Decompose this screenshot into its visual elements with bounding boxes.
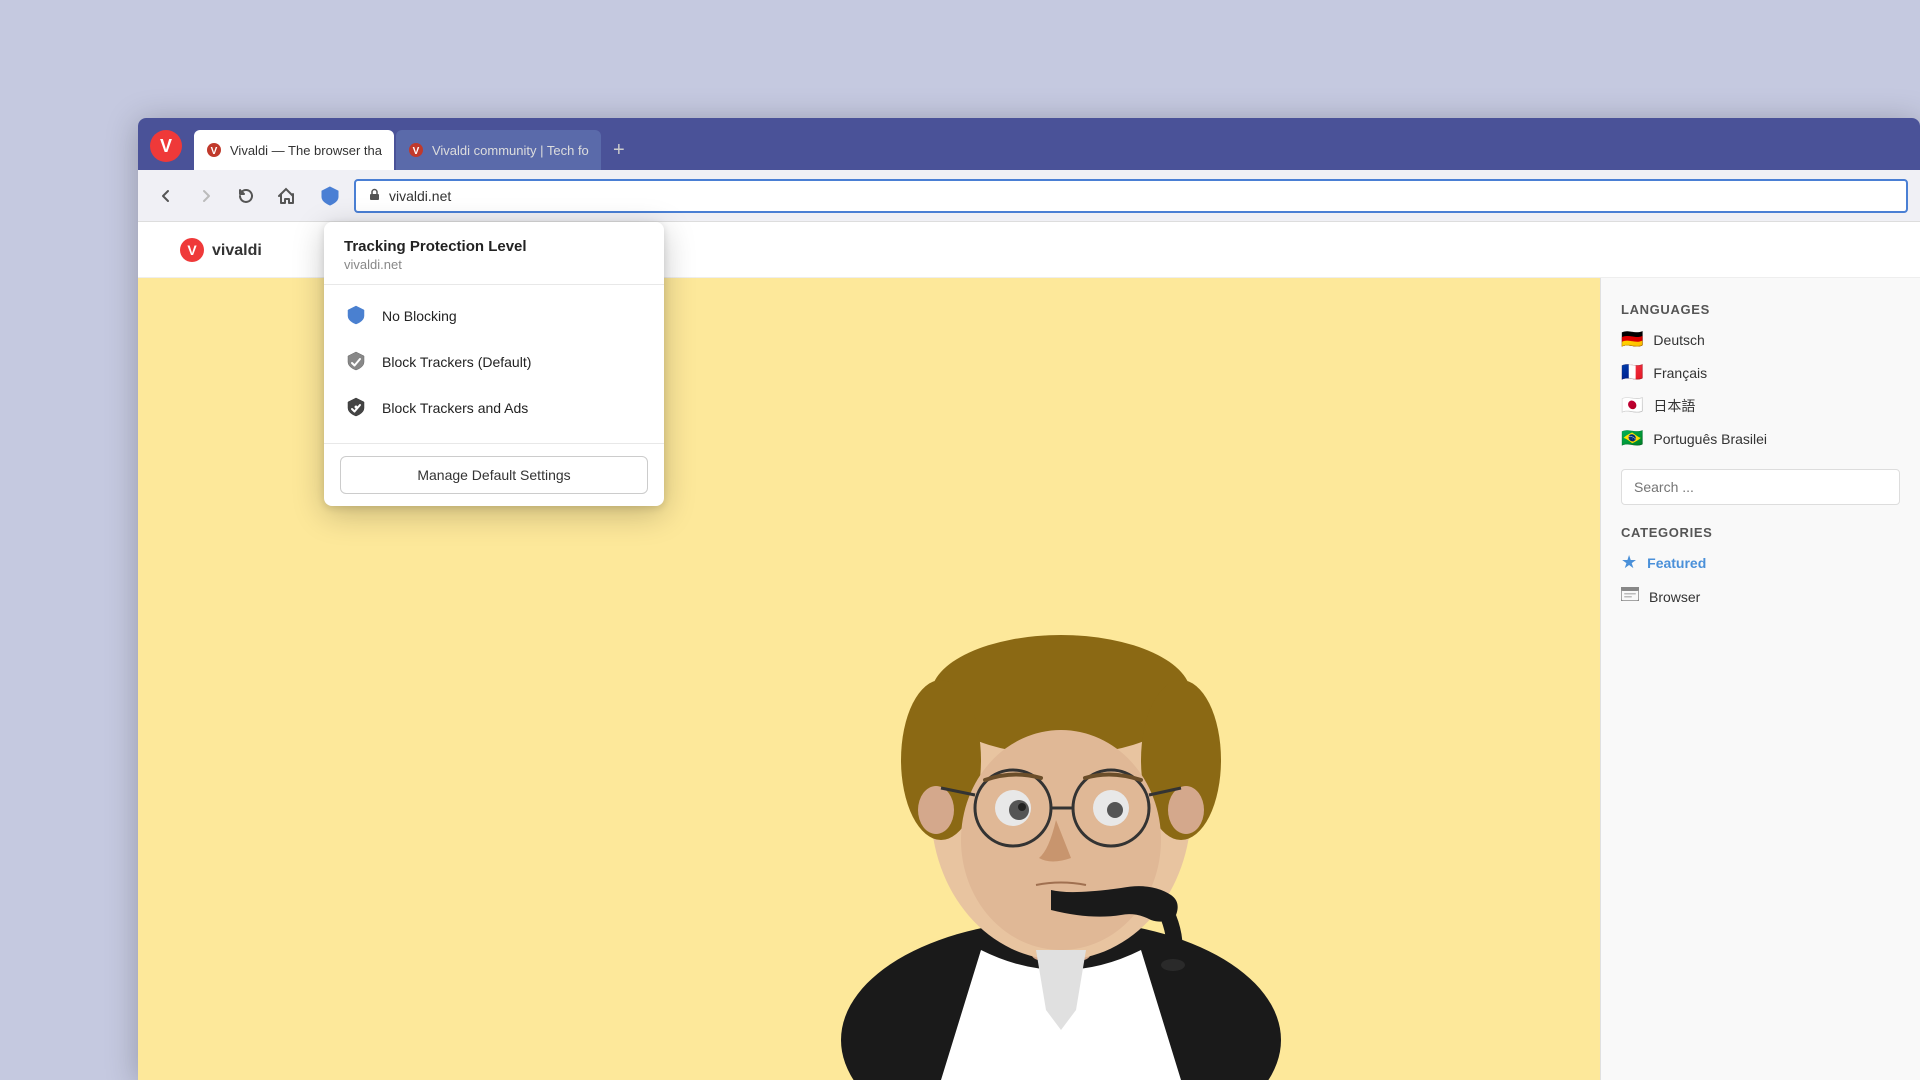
- address-text: vivaldi.net: [389, 188, 451, 204]
- shield-block-trackers-icon: [344, 350, 368, 374]
- category-label-featured: Featured: [1647, 555, 1706, 571]
- home-button[interactable]: [270, 180, 302, 212]
- option-no-blocking[interactable]: No Blocking: [324, 293, 664, 339]
- hero-illustration: [741, 520, 1381, 1080]
- tab-title-1: Vivaldi — The browser tha: [230, 143, 382, 158]
- tab-bar: V V Vivaldi — The browser tha V Vivaldi …: [138, 118, 1920, 170]
- option-block-trackers[interactable]: Block Trackers (Default): [324, 339, 664, 385]
- language-item-pt[interactable]: 🇧🇷 Português Brasilei: [1621, 428, 1900, 449]
- svg-text:V: V: [187, 242, 197, 258]
- site-logo: V vivaldi: [178, 232, 298, 268]
- tracking-protection-button[interactable]: [314, 180, 346, 212]
- tab-favicon-1: V: [206, 142, 222, 158]
- sidebar: LANGUAGES 🇩🇪 Deutsch 🇫🇷 Français 🇯🇵: [1600, 278, 1920, 1080]
- languages-title: LANGUAGES: [1621, 302, 1900, 317]
- language-item-de[interactable]: 🇩🇪 Deutsch: [1621, 329, 1900, 350]
- tracking-protection-dropdown: Tracking Protection Level vivaldi.net No…: [324, 222, 664, 506]
- dropdown-divider: [324, 443, 664, 444]
- language-item-fr[interactable]: 🇫🇷 Français: [1621, 362, 1900, 383]
- languages-section: LANGUAGES 🇩🇪 Deutsch 🇫🇷 Français 🇯🇵: [1621, 302, 1900, 449]
- option-block-trackers-label: Block Trackers (Default): [382, 354, 531, 370]
- dropdown-subtitle: vivaldi.net: [344, 257, 644, 272]
- tab-vivaldi-community[interactable]: V Vivaldi community | Tech fo: [396, 130, 601, 170]
- language-label-ja: 日本語: [1653, 396, 1695, 416]
- svg-text:vivaldi: vivaldi: [212, 242, 262, 259]
- flag-fr: 🇫🇷: [1621, 362, 1643, 383]
- manage-default-settings-button[interactable]: Manage Default Settings: [340, 456, 648, 494]
- shield-no-blocking-icon: [344, 304, 368, 328]
- category-item-featured[interactable]: ★ Featured: [1621, 552, 1900, 573]
- browser-window: V V Vivaldi — The browser tha V Vivaldi …: [138, 118, 1920, 1080]
- vivaldi-v-icon: V: [150, 130, 182, 162]
- star-icon: ★: [1621, 552, 1637, 573]
- language-label-fr: Français: [1653, 365, 1707, 381]
- new-tab-button[interactable]: +: [603, 134, 635, 166]
- tab-favicon-2: V: [408, 142, 424, 158]
- flag-pt: 🇧🇷: [1621, 428, 1643, 449]
- dropdown-options: No Blocking Block Trackers (Default) Blo…: [324, 285, 664, 439]
- address-bar[interactable]: vivaldi.net: [354, 179, 1908, 213]
- svg-text:V: V: [413, 146, 420, 157]
- option-no-blocking-label: No Blocking: [382, 308, 457, 324]
- back-button[interactable]: [150, 180, 182, 212]
- reload-button[interactable]: [230, 180, 262, 212]
- category-label-browser: Browser: [1649, 589, 1700, 605]
- vivaldi-logo: V: [146, 130, 192, 170]
- option-block-trackers-ads-label: Block Trackers and Ads: [382, 400, 528, 416]
- shield-block-ads-icon: [344, 396, 368, 420]
- language-label-pt: Português Brasilei: [1653, 431, 1767, 447]
- categories-section: CATEGORIES ★ Featured: [1621, 525, 1900, 620]
- tab-title-2: Vivaldi community | Tech fo: [432, 143, 589, 158]
- search-input[interactable]: [1621, 469, 1900, 505]
- flag-de: 🇩🇪: [1621, 329, 1643, 350]
- search-section: [1621, 469, 1900, 505]
- language-item-ja[interactable]: 🇯🇵 日本語: [1621, 395, 1900, 416]
- lock-icon: [368, 188, 381, 204]
- language-list: 🇩🇪 Deutsch 🇫🇷 Français 🇯🇵 日本語 🇧: [1621, 329, 1900, 449]
- option-block-trackers-ads[interactable]: Block Trackers and Ads: [324, 385, 664, 431]
- categories-title: CATEGORIES: [1621, 525, 1900, 540]
- forward-button[interactable]: [190, 180, 222, 212]
- dropdown-header: Tracking Protection Level vivaldi.net: [324, 222, 664, 285]
- tab-vivaldi-main[interactable]: V Vivaldi — The browser tha: [194, 130, 394, 170]
- svg-text:V: V: [211, 146, 218, 157]
- browser-icon: [1621, 587, 1639, 606]
- category-item-browser[interactable]: Browser: [1621, 587, 1900, 606]
- language-label-de: Deutsch: [1653, 332, 1704, 348]
- nav-bar: vivaldi.net: [138, 170, 1920, 222]
- flag-ja: 🇯🇵: [1621, 395, 1643, 416]
- dropdown-title: Tracking Protection Level: [344, 238, 644, 255]
